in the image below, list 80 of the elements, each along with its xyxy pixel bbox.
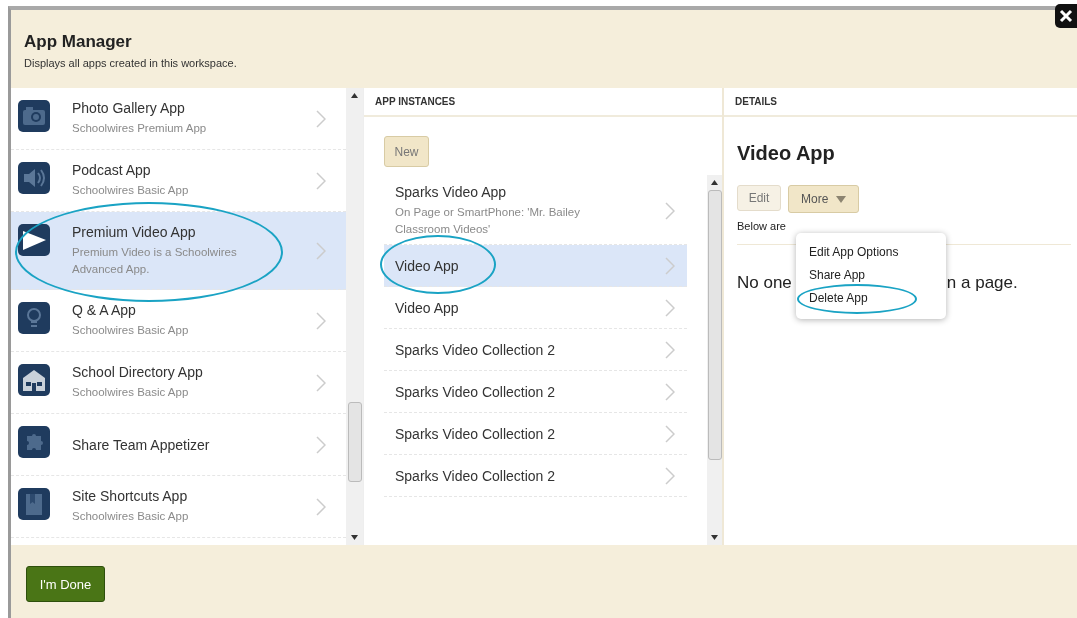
chevron-right-icon bbox=[316, 171, 326, 190]
edit-button[interactable]: Edit bbox=[737, 185, 781, 211]
scrollbar[interactable] bbox=[707, 175, 722, 545]
app-instance-item[interactable]: Video App bbox=[384, 245, 687, 287]
app-description: Schoolwires Basic App bbox=[72, 509, 190, 525]
app-name: Share Team Appetizer bbox=[72, 436, 211, 453]
new-button[interactable]: New bbox=[384, 136, 429, 167]
instance-name: Sparks Video App bbox=[395, 184, 508, 201]
building-icon bbox=[18, 364, 50, 396]
column-header: APP INSTANCES bbox=[364, 88, 722, 117]
instance-name: Sparks Video Collection 2 bbox=[395, 341, 557, 358]
app-description: Premium Video is a Schoolwires Advanced App. bbox=[72, 245, 238, 277]
column-header: DETAILS bbox=[724, 88, 1077, 117]
app-list-item[interactable]: Share Team Appetizer bbox=[11, 414, 346, 476]
app-description: Schoolwires Premium App bbox=[72, 121, 208, 137]
app-list-item[interactable]: Site Shortcuts App Schoolwires Basic App bbox=[11, 476, 346, 538]
app-list-item[interactable]: Premium Video App Premium Video is a Schoolwires Advanced App. bbox=[11, 212, 346, 290]
puzzle-icon bbox=[18, 426, 50, 458]
app-list-item[interactable]: School Directory App Schoolwires Basic App bbox=[11, 352, 346, 414]
chevron-right-icon bbox=[665, 340, 675, 359]
chevron-right-icon bbox=[665, 424, 675, 443]
app-name: Premium Video App bbox=[72, 224, 197, 241]
scroll-up-icon bbox=[351, 93, 358, 98]
instance-name: Sparks Video Collection 2 bbox=[395, 425, 557, 442]
menu-item[interactable]: Share App bbox=[796, 265, 879, 288]
chevron-right-icon bbox=[316, 497, 326, 516]
chevron-right-icon bbox=[316, 109, 326, 128]
dialog-title: App Manager bbox=[24, 32, 133, 52]
camera-icon bbox=[18, 100, 50, 132]
usage-text: No one bbox=[737, 273, 792, 293]
chevron-right-icon bbox=[316, 241, 326, 260]
chevron-right-icon bbox=[665, 466, 675, 485]
scrollbar-thumb[interactable] bbox=[347, 401, 362, 482]
chevron-right-icon bbox=[316, 435, 326, 454]
app-name: Photo Gallery App bbox=[72, 100, 186, 117]
usage-text: n a page. bbox=[946, 273, 1018, 293]
app-instance-item[interactable]: Sparks Video Collection 2 bbox=[384, 413, 687, 455]
app-list-item[interactable]: Q & A App Schoolwires Basic App bbox=[11, 290, 346, 352]
close-button[interactable] bbox=[1055, 4, 1077, 28]
app-instance-item[interactable]: Sparks Video Collection 2 bbox=[384, 455, 687, 497]
scroll-down-icon bbox=[351, 535, 358, 540]
chevron-right-icon bbox=[665, 256, 675, 275]
instance-name: Sparks Video Collection 2 bbox=[395, 383, 557, 400]
scrollbar-thumb[interactable] bbox=[707, 190, 722, 460]
details-title: Video App bbox=[737, 142, 836, 165]
instance-name: Sparks Video Collection 2 bbox=[395, 467, 557, 484]
app-description: Schoolwires Basic App bbox=[72, 385, 190, 401]
more-button[interactable]: More bbox=[788, 185, 860, 213]
app-name: Podcast App bbox=[72, 162, 152, 179]
scrollbar[interactable] bbox=[346, 88, 363, 545]
pages-note: Below are bbox=[737, 220, 787, 232]
app-instance-item[interactable]: Sparks Video Collection 2 bbox=[384, 329, 687, 371]
bookmark-icon bbox=[18, 488, 50, 520]
dialog-subtitle: Displays all apps created in this workspace. bbox=[24, 57, 238, 69]
chevron-right-icon bbox=[665, 201, 675, 220]
instance-description: On Page or SmartPhone: 'Mr. Bailey Classroom Videos' bbox=[395, 205, 581, 237]
scroll-down-icon bbox=[711, 535, 718, 540]
close-icon bbox=[1059, 9, 1073, 23]
scroll-up-icon bbox=[711, 180, 718, 185]
app-name: Site Shortcuts App bbox=[72, 488, 189, 505]
done-button[interactable]: I'm Done bbox=[26, 566, 105, 602]
instance-name: Video App bbox=[395, 257, 460, 274]
chevron-right-icon bbox=[316, 311, 326, 330]
play-icon bbox=[18, 224, 50, 256]
chevron-right-icon bbox=[665, 382, 675, 401]
chevron-right-icon bbox=[316, 373, 326, 392]
app-list-item[interactable]: Photo Gallery App Schoolwires Premium App bbox=[11, 88, 346, 150]
lightbulb-icon bbox=[18, 302, 50, 334]
app-description: Schoolwires Basic App bbox=[72, 323, 190, 339]
instance-name: Video App bbox=[395, 299, 460, 316]
app-instance-item[interactable]: Video App bbox=[384, 287, 687, 329]
speaker-icon bbox=[18, 162, 50, 194]
chevron-right-icon bbox=[665, 298, 675, 317]
app-description: Schoolwires Basic App bbox=[72, 183, 190, 199]
app-name: Q & A App bbox=[72, 302, 137, 319]
caret-icon bbox=[836, 195, 847, 203]
menu-item[interactable]: Delete App bbox=[796, 288, 881, 311]
app-instance-item[interactable]: Sparks Video Collection 2 bbox=[384, 371, 687, 413]
app-name: School Directory App bbox=[72, 364, 204, 381]
menu-item[interactable]: Edit App Options bbox=[796, 242, 912, 265]
